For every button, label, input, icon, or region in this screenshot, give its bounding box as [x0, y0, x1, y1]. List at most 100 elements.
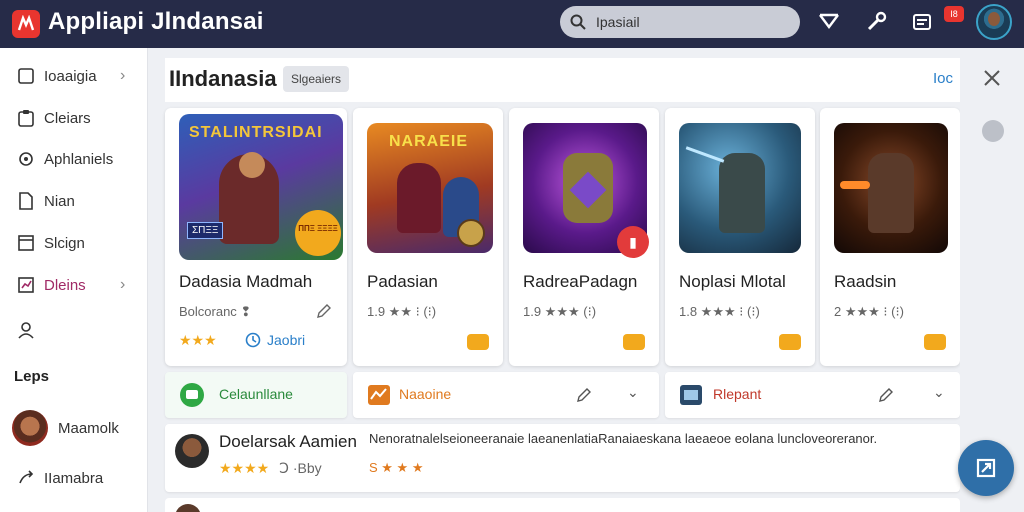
person-icon [16, 320, 36, 340]
header-link[interactable]: Ioc [933, 70, 953, 87]
close-icon[interactable] [982, 68, 1002, 93]
cover-title: STALINTRSIDAI [189, 124, 323, 141]
chevron-right-icon: › [120, 67, 126, 84]
sidebar-item-label: Aphlaniels [44, 150, 114, 168]
clock-icon [245, 332, 261, 353]
category-chip[interactable]: Slgeaiers [283, 66, 350, 92]
review-rating: S ★ ★ ★ [369, 460, 424, 475]
game-card[interactable]: NARAEIE Padasian 1.9 ★★ ⁝ (⁝) [353, 108, 503, 366]
list-item[interactable] [165, 498, 960, 512]
game-rating: 1.8 ★★★ ⁝ (⁝) [679, 304, 760, 319]
sidebar-item-slcign[interactable]: Slcign [0, 227, 148, 259]
category-row-item[interactable]: Rlepant ⌄ [665, 372, 960, 418]
game-card[interactable]: STALINTRSIDAI ΣΠΞΞ ΠΠΞ ΞΞΞΞ Dadasia Madm… [165, 108, 347, 366]
sidebar-item-dleins[interactable]: Dleins › [0, 269, 148, 301]
sidebar-item-nian[interactable]: Nian [0, 185, 148, 217]
category-label: Celaunllane [219, 386, 293, 402]
gear-icon [16, 149, 36, 169]
game-cover-image: STALINTRSIDAI ΣΠΞΞ ΠΠΞ ΞΞΞΞ [179, 114, 343, 260]
game-title: Dadasia Madmah [179, 272, 313, 291]
chat-icon [179, 382, 205, 413]
rating-stars: ★★★ [179, 332, 217, 348]
cover-corner: ΠΠΞ ΞΞΞΞ [295, 210, 341, 256]
price-tag[interactable] [623, 334, 645, 350]
review-text: Nenoratnalelseioneeranaie laeanenlatiaRa… [369, 431, 878, 446]
scroll-indicator[interactable] [982, 120, 1004, 142]
game-title: RadreaPadagn [523, 272, 638, 291]
top-bar: Appliapi Jlndansai Ipasiail I8 [0, 0, 1024, 48]
chevron-right-icon: › [120, 276, 126, 293]
avatar [175, 434, 209, 468]
price-tag[interactable] [467, 334, 489, 350]
edit-icon[interactable] [877, 386, 897, 409]
window-icon [16, 233, 36, 253]
floating-action-button[interactable] [958, 440, 1014, 496]
game-cover-image [679, 123, 801, 253]
sidebar-user-name: IIamabra [44, 469, 104, 487]
clipboard-icon [16, 108, 36, 128]
game-rating: 2 ★★★ ⁝ (⁝) [834, 304, 904, 319]
sidebar-section-title: Leps [14, 368, 50, 385]
square-icon [16, 66, 36, 86]
review-author: Doelarsak Aamien [219, 432, 357, 451]
game-rating: 1.9 ★★★ (⁝) [523, 304, 597, 319]
category-label: Rlepant [713, 386, 762, 402]
page-header: IIndanasia Slgeaiers Ioc [165, 58, 960, 102]
game-developer: Bolcoranc ❢ [179, 304, 252, 319]
game-rating: 1.9 ★★ ⁝ (⁝) [367, 304, 437, 319]
compose-icon [976, 458, 996, 478]
sidebar-item-aphlaniels[interactable]: Aphlaniels [0, 143, 148, 175]
price-tag[interactable] [924, 334, 946, 350]
notification-badge: I8 [944, 6, 964, 22]
sidebar-item-label: Ioaaigia [44, 67, 97, 85]
review-stars: ★★★★ Ↄ ·Bby [219, 460, 322, 476]
avatar [12, 410, 48, 446]
sidebar-item-label: Dleins [44, 276, 86, 294]
sidebar-user-name: Maamolk [58, 419, 119, 437]
chevron-down-icon[interactable]: ⌄ [627, 384, 639, 401]
game-title: Raadsin [834, 272, 897, 291]
search-bar[interactable]: Ipasiail [560, 6, 800, 38]
chart-icon [16, 275, 36, 295]
sidebar-user-iiamabra[interactable]: IIamabra [0, 462, 148, 494]
cover-title: NARAEIE [389, 133, 469, 150]
game-cover-image: NARAEIE [367, 123, 493, 253]
game-cover-image [834, 123, 948, 253]
sidebar-item-label: Slcign [44, 234, 85, 252]
category-row-item[interactable]: Naaoine ⌄ [353, 372, 659, 418]
edit-icon[interactable] [575, 386, 595, 409]
cover-badge: ΣΠΞΞ [187, 222, 224, 239]
sidebar-item-profile[interactable] [0, 314, 148, 346]
game-card[interactable]: ▮ RadreaPadagn 1.9 ★★★ (⁝) [509, 108, 659, 366]
app-logo-icon[interactable] [12, 10, 40, 38]
sidebar-user-maamolk[interactable]: Maamolk [12, 408, 148, 448]
calendar-icon [679, 384, 703, 411]
category-label: Naaoine [399, 386, 452, 402]
chart-badge-icon [367, 384, 391, 411]
game-title: Padasian [367, 272, 438, 291]
app-title: Appliapi Jlndansai [48, 8, 264, 35]
main-content: IIndanasia Slgeaiers Ioc STALINTRSIDAI Σ… [149, 48, 960, 512]
sidebar-item-ioaaigia[interactable]: Ioaaigia › [0, 60, 148, 92]
page-title: IIndanasia [169, 66, 277, 91]
game-extra-link[interactable]: Jaobri [267, 332, 305, 348]
sidebar-item-cleiars[interactable]: Cleiars [0, 102, 148, 134]
notifications-icon[interactable] [910, 8, 936, 34]
avatar [175, 504, 201, 512]
tools-icon[interactable] [864, 8, 890, 34]
game-card[interactable]: Noplasi Mlotal 1.8 ★★★ ⁝ (⁝) [665, 108, 815, 366]
price-tag[interactable] [779, 334, 801, 350]
sidebar-item-label: Cleiars [44, 109, 91, 127]
sidebar-item-label: Nian [44, 192, 75, 210]
search-icon [570, 14, 586, 30]
game-card[interactable]: Raadsin 2 ★★★ ⁝ (⁝) [820, 108, 960, 366]
search-input[interactable]: Ipasiail [596, 14, 640, 30]
filter-icon[interactable] [816, 8, 842, 34]
edit-icon[interactable] [315, 302, 333, 325]
chevron-down-icon[interactable]: ⌄ [933, 384, 945, 401]
review-item[interactable]: Doelarsak Aamien ★★★★ Ↄ ·Bby Nenoratnale… [165, 424, 960, 492]
flag-badge-icon: ▮ [617, 226, 649, 258]
user-avatar[interactable] [976, 4, 1012, 40]
category-row-item[interactable]: Celaunllane [165, 372, 347, 418]
sidebar: Ioaaigia › Cleiars Aphlaniels Nian Slcig… [0, 48, 148, 512]
